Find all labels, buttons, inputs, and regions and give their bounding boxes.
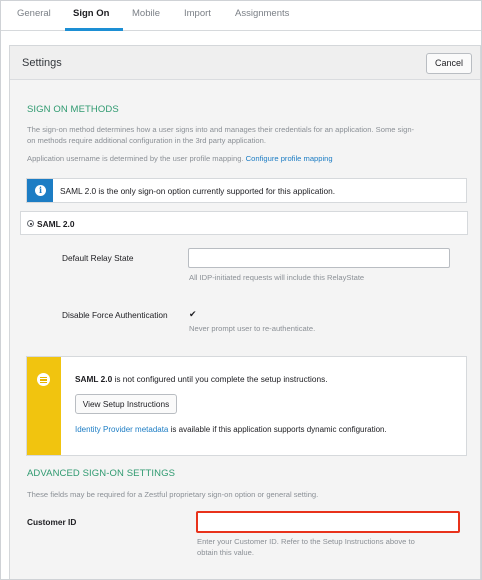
tab-assignments[interactable]: Assignments xyxy=(235,8,289,19)
saml-radio[interactable] xyxy=(27,220,34,227)
setup-note-text: SAML 2.0 is not configured until you com… xyxy=(75,374,328,384)
tab-mobile[interactable]: Mobile xyxy=(132,8,160,19)
setup-note: SAML 2.0 is not configured until you com… xyxy=(26,356,467,456)
disable-force-auth-checkbox[interactable]: ✔ xyxy=(189,310,198,319)
list-icon xyxy=(37,373,50,386)
app-frame: General Sign On Mobile Import Assignment… xyxy=(0,0,482,580)
tab-sign-on[interactable]: Sign On xyxy=(73,8,109,19)
view-setup-instructions-button[interactable]: View Setup Instructions xyxy=(75,394,177,414)
username-mapping-text: Application username is determined by th… xyxy=(27,153,333,165)
sign-on-methods-heading: SIGN ON METHODS xyxy=(27,104,119,115)
active-tab-indicator xyxy=(65,28,123,31)
info-note-text: SAML 2.0 is the only sign-on option curr… xyxy=(60,186,336,196)
tab-general[interactable]: General xyxy=(17,8,51,19)
info-icon: i xyxy=(35,185,46,196)
customer-id-label: Customer ID xyxy=(27,517,77,527)
default-relay-state-input[interactable] xyxy=(188,248,450,268)
settings-title: Settings xyxy=(22,57,62,69)
settings-card: Settings Cancel SIGN ON METHODS The sign… xyxy=(9,45,481,579)
advanced-settings-desc: These fields may be required for a Zestf… xyxy=(27,490,319,499)
identity-provider-metadata-link[interactable]: Identity Provider metadata xyxy=(75,425,168,434)
configure-profile-mapping-link[interactable]: Configure profile mapping xyxy=(246,154,333,163)
setup-note-strip xyxy=(27,357,61,455)
cancel-button[interactable]: Cancel xyxy=(426,53,472,74)
customer-id-input[interactable] xyxy=(196,511,460,533)
setup-note-message: is not configured until you complete the… xyxy=(112,374,328,384)
metadata-line: Identity Provider metadata is available … xyxy=(75,425,387,434)
setup-note-bold: SAML 2.0 xyxy=(75,374,113,384)
tab-import[interactable]: Import xyxy=(184,8,211,19)
info-strip: i xyxy=(27,179,53,202)
settings-header: Settings Cancel xyxy=(10,46,480,80)
relay-state-help: All IDP-initiated requests will include … xyxy=(189,273,365,282)
username-mapping-label: Application username is determined by th… xyxy=(27,154,244,163)
sign-on-methods-desc-line2: on methods require additional configurat… xyxy=(27,136,266,145)
force-auth-help: Never prompt user to re-authenticate. xyxy=(189,324,316,333)
saml-option-label: SAML 2.0 xyxy=(37,219,75,229)
customer-id-help-line2: obtain this value. xyxy=(197,548,254,557)
default-relay-state-label: Default Relay State xyxy=(62,253,134,263)
advanced-settings-heading: ADVANCED SIGN-ON SETTINGS xyxy=(27,468,176,479)
saml-option[interactable]: SAML 2.0 xyxy=(20,211,468,235)
info-note: i SAML 2.0 is the only sign-on option cu… xyxy=(26,178,467,203)
tab-bar: General Sign On Mobile Import Assignment… xyxy=(1,1,481,31)
metadata-text: is available if this application support… xyxy=(168,425,387,434)
disable-force-auth-label: Disable Force Authentication xyxy=(62,310,168,320)
